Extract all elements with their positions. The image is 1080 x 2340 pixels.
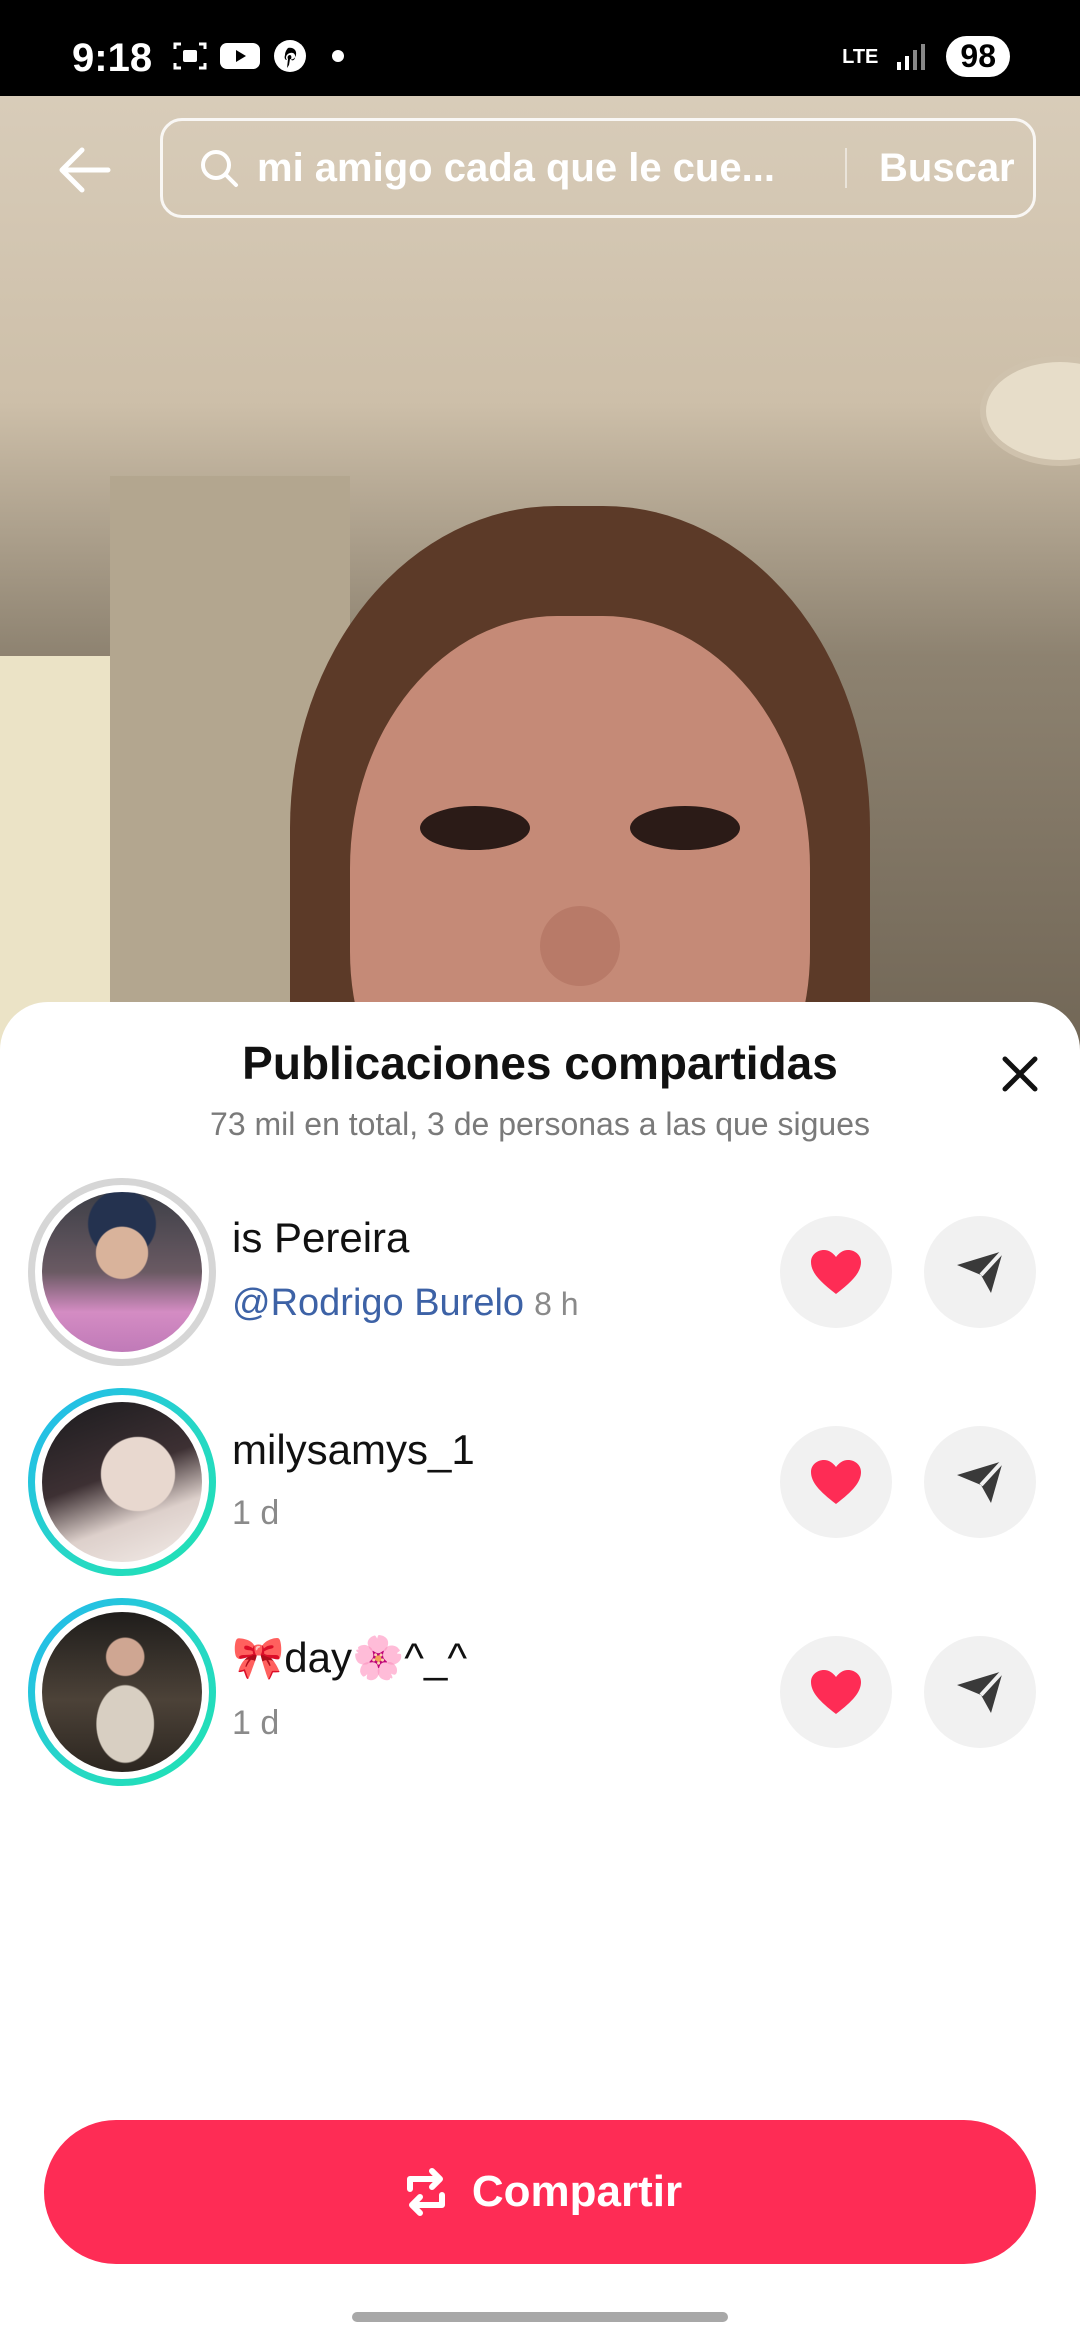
list-item[interactable]: 🎀day🌸^_^ 1 d [0,1598,1080,1788]
sheet-subtitle: 73 mil en total, 3 de personas a las que… [210,1106,870,1142]
sheet-title: Publicaciones compartidas [242,1037,838,1089]
search-icon [191,140,247,196]
send-button[interactable] [924,1216,1036,1328]
close-icon [1002,1056,1038,1092]
screenshot-icon [170,38,210,74]
close-button[interactable] [990,1044,1050,1104]
status-bar: 9:18 LTE 98 [0,0,1080,96]
share-button-label: Compartir [471,2167,683,2216]
list-item[interactable]: milysamys_1 1 d [0,1388,1080,1578]
avatar-ring [28,1178,216,1366]
avatar[interactable] [42,1192,202,1352]
send-icon [957,1249,1005,1293]
pinterest-icon [270,38,310,74]
like-button[interactable] [780,1426,892,1538]
search-input[interactable]: mi amigo cada que le cue... [257,146,817,191]
share-button[interactable]: Compartir [44,2120,1036,2264]
like-button[interactable] [780,1216,892,1328]
avatar[interactable] [42,1612,202,1772]
send-button[interactable] [924,1636,1036,1748]
video-player[interactable] [0,96,1080,1116]
avatar[interactable] [42,1402,202,1562]
search-divider [845,148,847,188]
status-notification-icons [170,38,344,74]
status-system-icons: LTE 98 [842,36,1010,77]
list-item[interactable]: is Pereira @Rodrigo Burelo 8 h [0,1178,1080,1368]
video-subject-eye [630,806,740,850]
status-time: 9:18 [72,36,153,80]
notification-dot [332,50,344,62]
row-time: 8 h [534,1286,579,1322]
back-button[interactable] [52,138,116,202]
row-meta: @Rodrigo Burelo 8 h [232,1282,579,1325]
send-icon [957,1669,1005,1713]
send-icon [957,1459,1005,1503]
lte-indicator: LTE [842,45,879,68]
row-username: milysamys_1 [232,1426,475,1473]
row-username: is Pereira [232,1214,410,1261]
video-subject-eye [420,806,530,850]
row-time: 1 d [232,1704,280,1742]
row-username: 🎀day🌸^_^ [232,1634,468,1681]
repost-icon [406,2168,445,2216]
arrow-left-icon [59,147,111,193]
signal-icon [892,39,932,75]
youtube-icon [220,38,260,74]
video-subject-nose [540,906,620,986]
row-time: 1 d [232,1494,280,1532]
send-button[interactable] [924,1426,1036,1538]
avatar-ring [28,1388,216,1576]
battery-indicator: 98 [946,36,1010,77]
video-background-light [980,356,1080,466]
search-bar[interactable]: mi amigo cada que le cue... Buscar [160,118,1036,218]
like-button[interactable] [780,1636,892,1748]
row-mention-link[interactable]: @Rodrigo Burelo [232,1282,524,1324]
heart-icon [811,1670,861,1714]
search-button[interactable]: Buscar [879,146,1015,191]
heart-icon [811,1460,861,1504]
heart-icon [811,1250,861,1294]
avatar-ring [28,1598,216,1786]
home-indicator[interactable] [352,2312,728,2322]
